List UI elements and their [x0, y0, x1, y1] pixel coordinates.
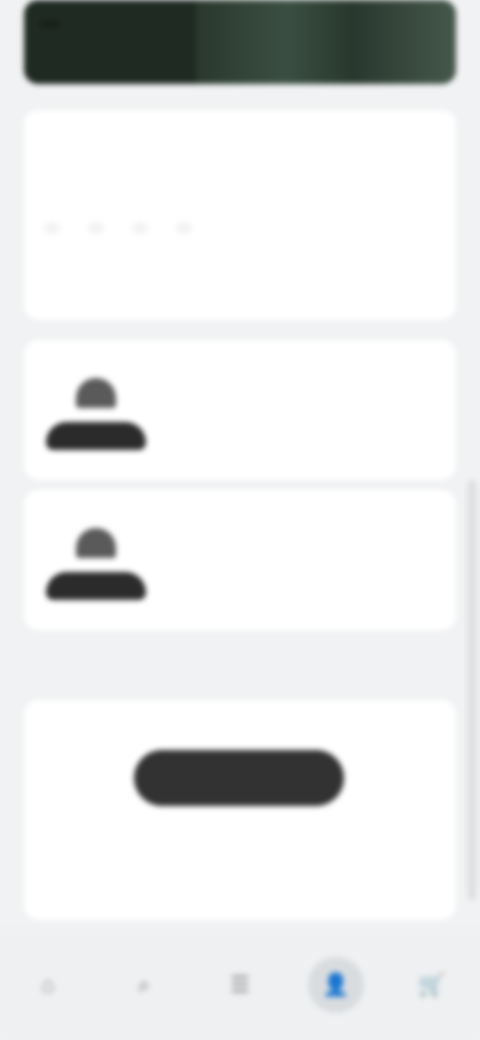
product-dome-shape — [76, 378, 116, 408]
nav-user[interactable]: 👤 — [308, 957, 364, 1013]
chip-1[interactable] — [44, 222, 60, 234]
scrollbar[interactable] — [468, 480, 476, 900]
product-dome-shape — [76, 528, 116, 558]
filter-chips — [44, 222, 436, 234]
nav-cart[interactable]: 🛒 — [404, 957, 460, 1013]
nav-search[interactable]: ⌕ — [116, 957, 172, 1013]
home-icon: ⌂ — [41, 972, 55, 997]
product-base-shape — [46, 572, 146, 600]
product-image — [46, 518, 146, 608]
write-review-button[interactable] — [134, 750, 344, 806]
hero-label — [40, 20, 60, 28]
search-icon: ⌕ — [137, 972, 151, 997]
chip-2[interactable] — [88, 222, 104, 234]
chip-3[interactable] — [132, 222, 148, 234]
nav-home[interactable]: ⌂ — [20, 957, 76, 1013]
menu-icon: ☰ — [230, 972, 250, 997]
product-card[interactable] — [24, 340, 456, 480]
product-base-shape — [46, 422, 146, 450]
hero-image — [196, 0, 456, 84]
cart-icon: 🛒 — [418, 972, 446, 997]
nav-menu[interactable]: ☰ — [212, 957, 268, 1013]
reviews-card — [24, 700, 456, 920]
category-card — [24, 110, 456, 320]
hero-banner[interactable] — [24, 0, 456, 84]
bottom-navigation: ⌂ ⌕ ☰ 👤 🛒 — [0, 930, 480, 1040]
chip-4[interactable] — [176, 222, 192, 234]
user-icon: 👤 — [322, 972, 350, 997]
app-root: ⌂ ⌕ ☰ 👤 🛒 — [0, 0, 480, 1040]
product-card[interactable] — [24, 490, 456, 630]
product-image — [46, 368, 146, 458]
